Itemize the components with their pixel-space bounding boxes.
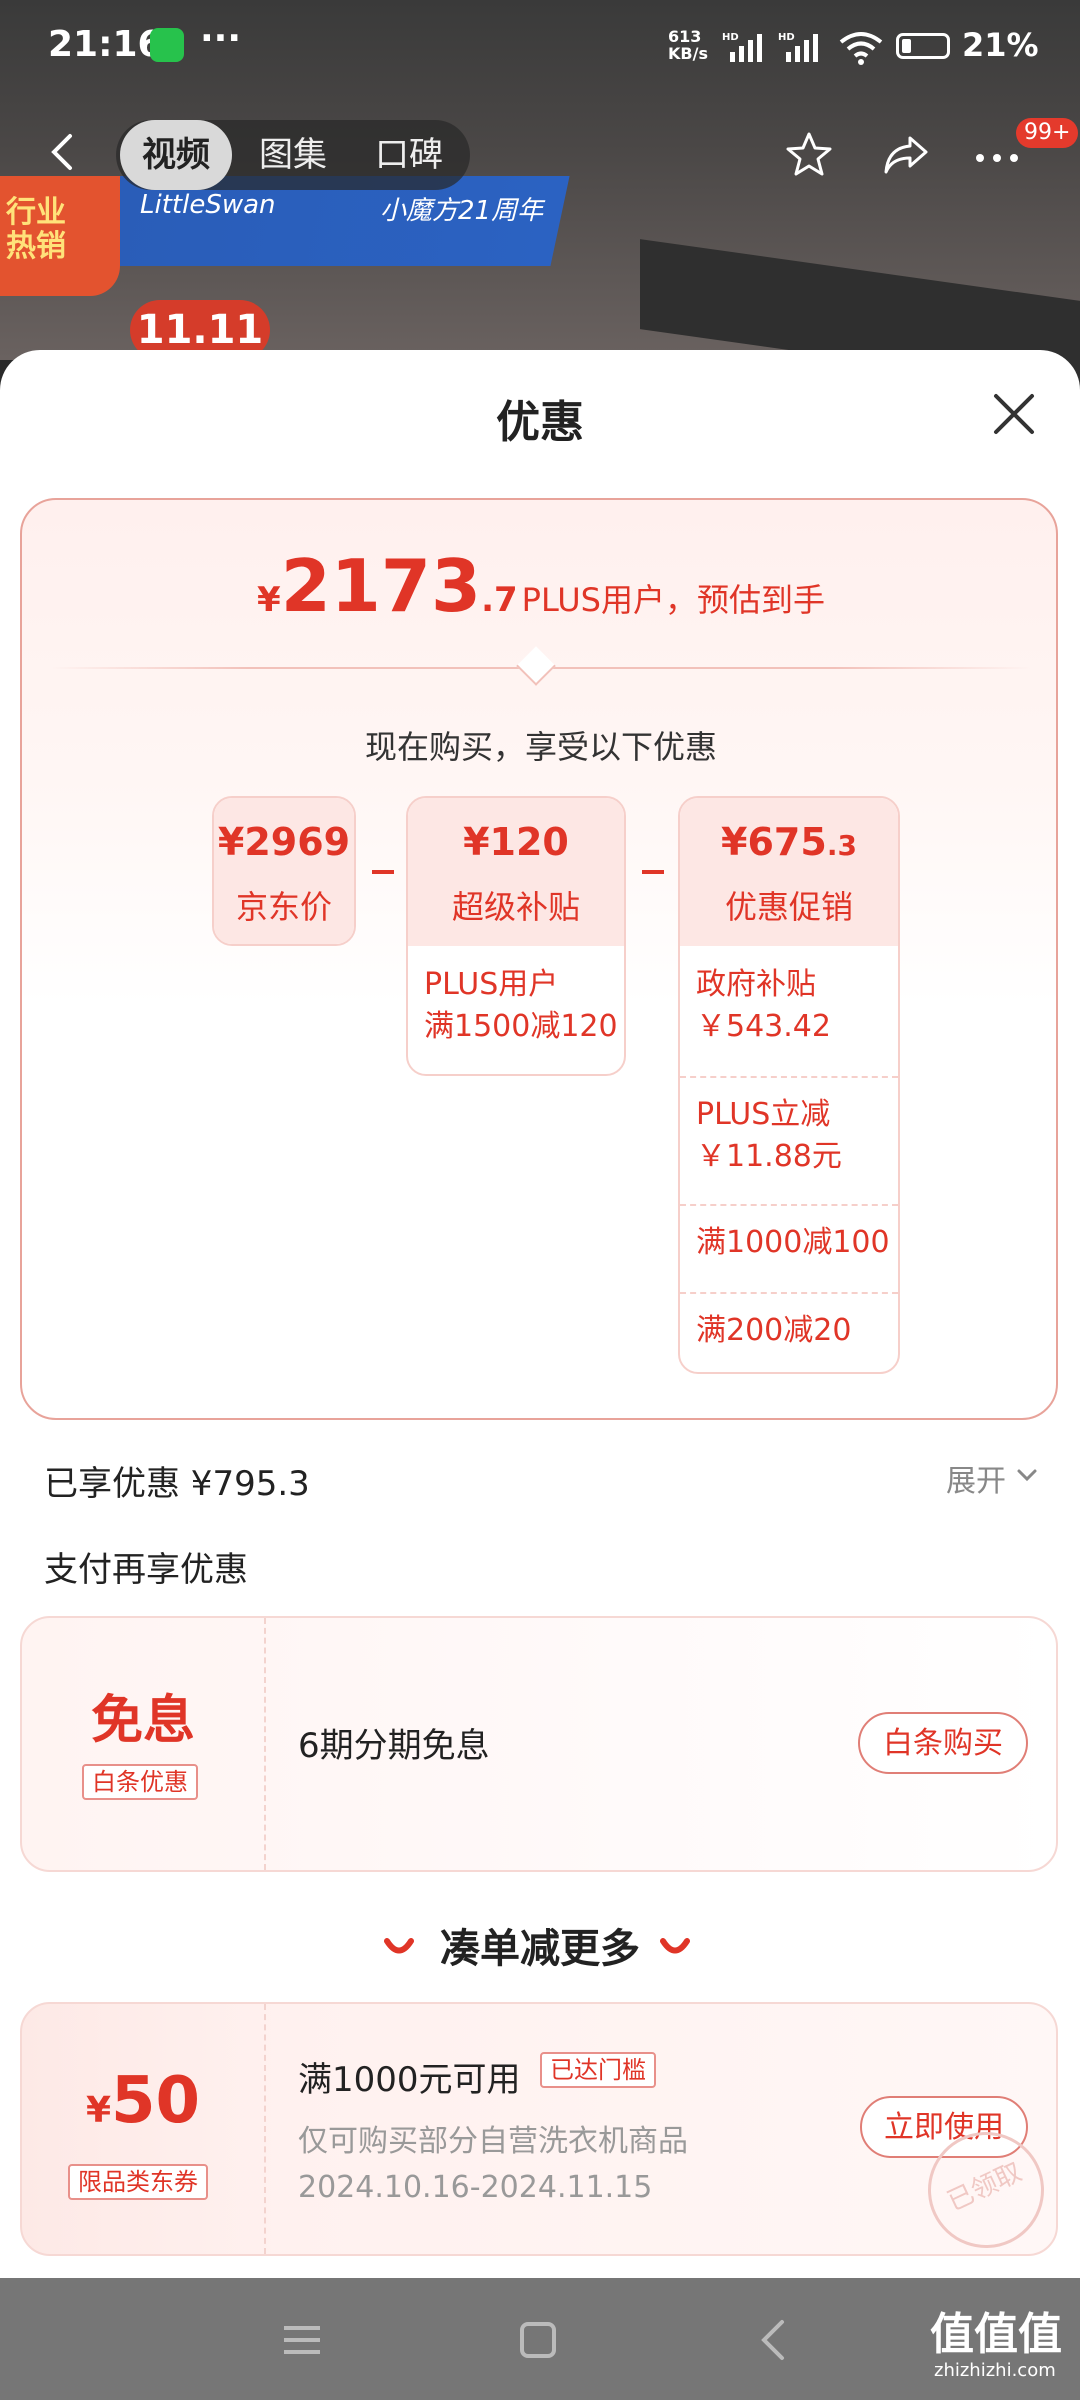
interest-free-label: 免息	[90, 1691, 195, 1751]
subsidy-item: PLUS用户 满1500减120	[424, 967, 618, 1044]
svg-text:HD: HD	[722, 32, 739, 43]
price-breakdown-card: ¥2173.7 PLUS用户，预估到手 现在购买，享受以下优惠 ¥2969 京东价…	[20, 498, 1058, 1420]
minus-sign	[372, 870, 394, 874]
promotion-value: ¥675.3	[721, 820, 857, 864]
banner-tag: 行业 热销	[6, 195, 66, 264]
message-badge: 99+	[1016, 118, 1079, 148]
coupon-card: ¥50 限品类东券 满1000元可用 已达门槛 仅可购买部分自营洗衣机商品 20…	[20, 2002, 1058, 2256]
signal-icon-2: HD	[778, 32, 818, 62]
system-nav-bar	[0, 2278, 1080, 2400]
jd-price-value: ¥2969	[217, 820, 351, 864]
coupon-threshold: 满1000元可用	[298, 2060, 521, 2100]
divider-notch	[516, 646, 556, 686]
separator	[680, 1204, 898, 1206]
watermark-site: zhizhizhi.com	[934, 2360, 1056, 2381]
card-divider	[264, 1618, 266, 1870]
separator	[680, 1076, 898, 1078]
chevron-down-icon[interactable]	[1016, 1464, 1038, 1486]
share-icon[interactable]	[880, 130, 930, 180]
installment-card: 免息 白条优惠 6期分期免息 白条购买	[20, 1616, 1058, 1872]
threshold-reached-tag: 已达门槛	[540, 2052, 656, 2088]
wifi-icon	[839, 32, 883, 65]
more-icon[interactable]	[972, 130, 1022, 180]
installment-desc: 6期分期免息	[298, 1726, 490, 1766]
promotion-item-1000: 满1000减100	[696, 1225, 890, 1260]
discount-sheet: 优惠 ¥2173.7 PLUS用户，预估到手 现在购买，享受以下优惠 ¥2969 …	[0, 350, 1080, 2278]
tab-reviews[interactable]: 口碑	[354, 120, 464, 190]
home-icon[interactable]	[516, 2318, 560, 2362]
status-bar: 21:16 ··· 613 KB/s HD HD 21%	[0, 0, 1080, 95]
baitiao-buy-button[interactable]: 白条购买	[858, 1712, 1028, 1774]
payment-offers-heading: 支付再享优惠	[44, 1550, 248, 1590]
estimated-price: ¥2173.7 PLUS用户，预估到手	[257, 544, 825, 628]
back-nav-icon[interactable]	[752, 2318, 796, 2362]
promotion-column: ¥675.3 优惠促销 政府补贴 ￥543.42 PLUS立减 ￥11.88元 满1…	[678, 796, 900, 1374]
watermark: 值值值	[930, 2309, 1062, 2360]
back-icon[interactable]	[44, 132, 84, 172]
jd-price-column: ¥2969 京东价	[212, 796, 356, 946]
battery-icon	[896, 33, 950, 59]
svg-text:HD: HD	[778, 32, 795, 43]
coupon-dates: 2024.10.16-2024.11.15	[298, 2170, 653, 2205]
top-nav: 视频 图集 口碑 99+	[0, 110, 1080, 200]
sheet-title: 优惠	[496, 397, 584, 448]
separator	[680, 1292, 898, 1294]
jd-price-label: 京东价	[235, 888, 332, 926]
media-tabs: 视频 图集 口碑	[116, 120, 470, 190]
promotion-item-200: 满200减20	[696, 1313, 852, 1348]
battery-percent: 21%	[962, 26, 1039, 64]
saved-amount: 已享优惠 ¥795.3	[44, 1464, 310, 1504]
close-icon[interactable]	[992, 392, 1036, 436]
more-notifications-icon: ···	[200, 18, 242, 59]
coupon-type-tag: 限品类东券	[68, 2164, 208, 2200]
subsidy-label: 超级补贴	[451, 888, 580, 926]
promotion-item-gov: 政府补贴 ￥543.42	[696, 967, 831, 1044]
coupon-amount: ¥50	[85, 2064, 201, 2138]
expand-button[interactable]: 展开	[946, 1456, 1006, 1500]
signal-icon: HD	[722, 32, 762, 62]
promotion-label: 优惠促销	[724, 888, 853, 926]
promotion-item-plus: PLUS立减 ￥11.88元	[696, 1097, 842, 1174]
tab-video[interactable]: 视频	[120, 120, 232, 190]
minus-sign	[642, 870, 664, 874]
network-speed: 613 KB/s	[668, 27, 708, 63]
breakdown-heading: 现在购买，享受以下优惠	[364, 728, 717, 766]
bundle-heading: 凑单减更多	[440, 1926, 640, 1972]
wechat-icon	[150, 28, 184, 62]
subsidy-value: ¥120	[463, 820, 569, 864]
clock: 21:16	[48, 24, 163, 65]
tab-gallery[interactable]: 图集	[238, 120, 348, 190]
star-icon[interactable]	[784, 130, 834, 180]
baitiao-tag: 白条优惠	[82, 1764, 198, 1800]
coupon-scope: 仅可购买部分自营洗衣机商品	[298, 2124, 688, 2159]
menu-icon[interactable]	[280, 2318, 324, 2362]
subsidy-column: ¥120 超级补贴 PLUS用户 满1500减120	[406, 796, 626, 1076]
smile-decoration-right	[660, 1938, 690, 1954]
card-divider	[264, 2004, 266, 2254]
